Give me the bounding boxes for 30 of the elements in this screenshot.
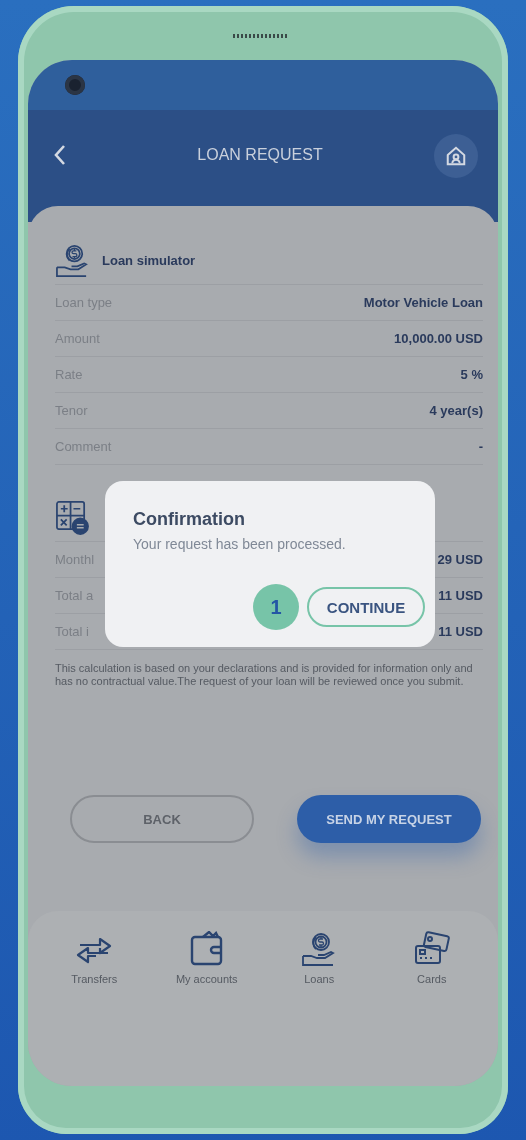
nav-label[interactable]: My accounts [175,973,238,985]
row-value: 11 USD [438,588,483,603]
continue-button[interactable]: CONTINUE [307,587,425,627]
home-button[interactable] [434,134,478,178]
row-value: 11 USD [438,624,483,639]
nav-label[interactable]: Transfers [71,973,118,985]
nav-label[interactable]: Loans [304,973,335,985]
home-icon [445,145,467,167]
speaker-grille [233,34,287,38]
coin-hand-icon [55,242,90,278]
screen-title: LOAN REQUEST [196,146,324,164]
cards-icon [413,931,450,967]
row-value: Motor Vehicle Loan [363,295,483,310]
camera-icon [65,75,85,95]
dialog-message: Your request has been processed. [133,536,347,552]
section-title: Loan simulator [102,252,196,268]
row-value: 10,000.00 USD [394,331,483,346]
step-marker: 1 [253,584,299,630]
row-value: - [478,439,483,454]
wallet-icon [188,931,225,967]
disclaimer-text: This calculation is based on your declarations and is provided for information only and has no contractual value.The request of your loan will be reviewed once you submit. [55,662,474,688]
nav-label[interactable]: Cards [417,973,447,985]
row-value: 29 USD [437,552,483,567]
row-value: 5 % [460,367,483,382]
back-button[interactable]: BACK [70,795,254,843]
row-value: 4 year(s) [429,403,483,418]
calculator-icon [55,499,90,535]
dialog-title: Confirmation [133,509,246,530]
back-chevron-icon[interactable] [54,144,66,166]
send-request-button[interactable]: SEND MY REQUEST [297,795,481,843]
